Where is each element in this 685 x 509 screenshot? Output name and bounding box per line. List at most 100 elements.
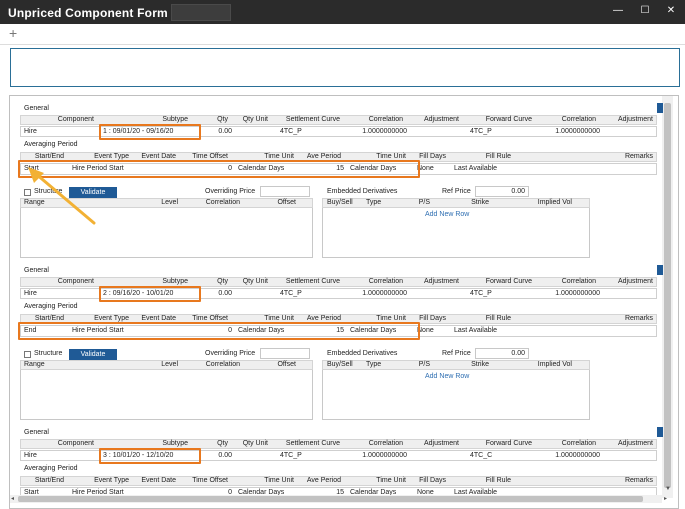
subtype-highlight (99, 448, 201, 464)
column-header: Adjustment (617, 278, 653, 285)
column-header: Level (161, 361, 178, 368)
averaging-cell-fill-rule[interactable]: Last Available (454, 327, 497, 334)
averaging-row-highlight (18, 322, 420, 340)
column-header: Forward Curve (485, 116, 532, 123)
component-cell-forward-curve[interactable]: 4TC_C (470, 452, 492, 459)
column-header: Ave Period (306, 153, 341, 160)
column-header: Correlation (368, 278, 403, 285)
component-cell-correlation[interactable]: 1.0000000000 (340, 128, 407, 135)
averaging-cell-fill-rule[interactable]: Last Available (454, 165, 497, 172)
column-header: Qty Unit (242, 116, 268, 123)
column-header: Adjustment (423, 440, 459, 447)
ref-price-label: Ref Price (442, 350, 471, 357)
minimize-button[interactable]: — (611, 4, 625, 18)
overriding-price-input[interactable] (260, 348, 310, 359)
column-header: Strike (471, 361, 489, 368)
subtype-highlight (99, 124, 201, 140)
component-cell-forward-curve[interactable]: 4TC_P (470, 290, 492, 297)
column-header: Event Date (141, 153, 176, 160)
add-icon[interactable]: + (9, 25, 17, 41)
column-header: Fill Rule (485, 315, 511, 322)
column-header: Ave Period (306, 477, 341, 484)
column-header: Forward Curve (485, 278, 532, 285)
subtype-highlight (99, 286, 201, 302)
averaging-period-label: Averaging Period (24, 141, 78, 148)
column-header: Strike (471, 199, 489, 206)
column-header: Correlation (205, 361, 240, 368)
column-header: Buy/Sell (327, 199, 353, 206)
component-cell-settlement-curve[interactable]: 4TC_P (280, 452, 302, 459)
component-cell-component[interactable]: Hire (24, 290, 37, 297)
column-header: Offset (277, 361, 296, 368)
column-header: Component (57, 278, 94, 285)
column-header: Forward Curve (485, 440, 532, 447)
component-cell-forward-curve[interactable]: 4TC_P (470, 128, 492, 135)
column-header: Adjustment (423, 116, 459, 123)
column-header: Qty (217, 116, 228, 123)
column-header: P/S (418, 199, 430, 206)
component-cell-settlement-curve[interactable]: 4TC_P (280, 290, 302, 297)
validate-button[interactable]: Validate (69, 349, 117, 360)
column-header: Qty (217, 278, 228, 285)
window-title: Unpriced Component Form TCI: (8, 6, 196, 20)
overriding-price-input[interactable] (260, 186, 310, 197)
maximize-button[interactable]: ☐ (638, 4, 652, 18)
column-header: Remarks (624, 315, 653, 322)
column-header: Fill Days (419, 153, 446, 160)
vertical-scrollbar-thumb[interactable] (664, 103, 671, 488)
component-cell-correlation2[interactable]: 1.0000000000 (535, 128, 600, 135)
scroll-right-icon[interactable]: ▸ (664, 495, 667, 502)
column-header: Correlation (561, 440, 596, 447)
structure-checkbox[interactable] (24, 351, 31, 358)
add-new-row-link[interactable]: Add New Row (425, 211, 469, 218)
redacted-field (171, 4, 231, 21)
column-header: Fill Days (419, 477, 446, 484)
averaging-period-label: Averaging Period (24, 303, 78, 310)
section-marker (657, 265, 663, 275)
column-header: Remarks (624, 477, 653, 484)
component-cell-correlation[interactable]: 1.0000000000 (340, 290, 407, 297)
column-header: Event Type (94, 153, 129, 160)
column-header: Time Offset (192, 153, 228, 160)
column-header: Range (24, 361, 45, 368)
column-header: Offset (277, 199, 296, 206)
toolbar: + (0, 24, 685, 45)
column-header: Settlement Curve (285, 278, 340, 285)
add-new-row-link[interactable]: Add New Row (425, 373, 469, 380)
column-header: Event Date (141, 315, 176, 322)
component-cell-component[interactable]: Hire (24, 128, 37, 135)
component-cell-correlation[interactable]: 1.0000000000 (340, 452, 407, 459)
description-input[interactable] (10, 48, 680, 87)
component-cell-component[interactable]: Hire (24, 452, 37, 459)
ref-price-input[interactable]: 0.00 (475, 186, 529, 197)
scroll-left-icon[interactable]: ◂ (11, 495, 14, 502)
close-button[interactable]: ✕ (664, 4, 678, 18)
column-header: Level (161, 199, 178, 206)
column-header: Fill Rule (485, 477, 511, 484)
column-header: Start/End (34, 477, 64, 484)
ref-price-input[interactable]: 0.00 (475, 348, 529, 359)
component-cell-settlement-curve[interactable]: 4TC_P (280, 128, 302, 135)
column-header: P/S (418, 361, 430, 368)
column-header: Qty Unit (242, 278, 268, 285)
component-cell-correlation2[interactable]: 1.0000000000 (535, 290, 600, 297)
column-header: Correlation (561, 278, 596, 285)
column-header: Correlation (205, 199, 240, 206)
column-header: Subtype (162, 440, 188, 447)
column-header: Buy/Sell (327, 361, 353, 368)
column-header: Adjustment (617, 440, 653, 447)
column-header: Time Unit (264, 315, 294, 322)
column-header: Fill Days (419, 315, 446, 322)
column-header: Time Unit (376, 315, 406, 322)
horizontal-scrollbar-thumb[interactable] (18, 496, 643, 502)
component-cell-correlation2[interactable]: 1.0000000000 (535, 452, 600, 459)
column-header: Qty (217, 440, 228, 447)
title-bar: Unpriced Component Form TCI: — ☐ ✕ (0, 0, 685, 24)
column-header: Time Unit (376, 477, 406, 484)
column-header: Correlation (368, 440, 403, 447)
overriding-price-label: Overriding Price (205, 188, 256, 195)
section-marker (657, 427, 663, 437)
scroll-down-icon[interactable]: ▼ (665, 486, 671, 492)
column-header: Event Date (141, 477, 176, 484)
column-header: Fill Rule (485, 153, 511, 160)
